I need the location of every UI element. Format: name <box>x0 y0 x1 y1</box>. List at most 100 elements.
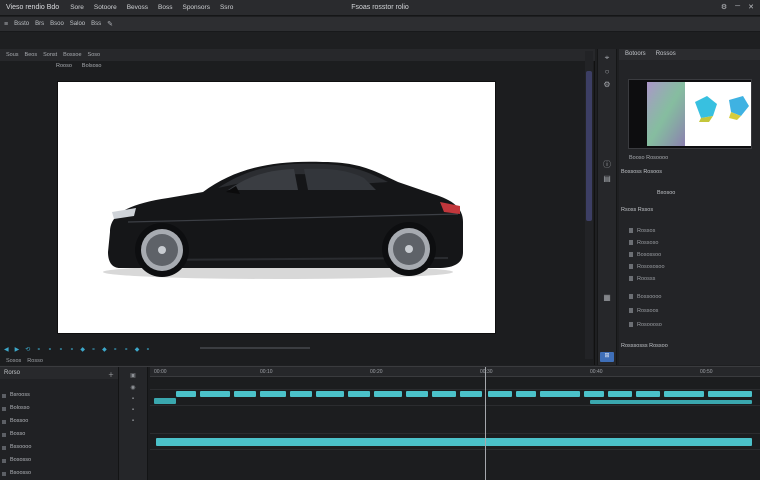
minimize-icon[interactable]: ─ <box>735 3 740 11</box>
time-ruler[interactable]: 00:00 00:10 00:20 00:30 00:40 00:50 <box>150 367 760 377</box>
control-icon-9[interactable]: ◆ <box>102 346 107 353</box>
timeline-clip[interactable] <box>200 391 230 397</box>
gear-icon[interactable]: ⚙ <box>598 80 616 89</box>
track-label[interactable]: Bsoosso <box>10 470 31 476</box>
track-label[interactable]: Bolosso <box>10 405 30 411</box>
timeline-clip[interactable] <box>636 391 660 397</box>
timeline-clip[interactable] <box>708 391 752 397</box>
viewer-scrub-bar[interactable] <box>200 347 310 349</box>
timeline-clip[interactable] <box>234 391 256 397</box>
control-icon-1[interactable]: ▶ <box>15 346 20 353</box>
timeline-clip[interactable] <box>516 391 536 397</box>
circle-icon[interactable]: ○ <box>598 67 616 76</box>
settings-icon[interactable]: ⚙ <box>721 3 727 11</box>
menu-icon[interactable]: ≡ <box>4 21 8 28</box>
track-toggle[interactable] <box>2 420 6 424</box>
playhead[interactable] <box>485 367 486 480</box>
control-icon-11[interactable]: ⚬ <box>124 346 129 353</box>
control-icon-3[interactable]: ⚬ <box>36 346 41 353</box>
checkbox[interactable] <box>629 276 633 281</box>
property-row[interactable]: Rossoos <box>629 307 658 314</box>
property-row[interactable]: Roosss <box>629 275 655 282</box>
toolbar-item-0[interactable]: Bssto <box>14 21 29 27</box>
preview-monitor[interactable] <box>628 79 752 149</box>
timeline-clip[interactable] <box>540 391 580 397</box>
control-icon-6[interactable]: ⚬ <box>69 346 74 353</box>
viewer-scrollbar[interactable] <box>585 51 593 359</box>
panel-toggle-icon[interactable]: ⊞ <box>600 352 614 362</box>
timeline-clip[interactable] <box>154 398 176 404</box>
grid-icon[interactable]: ▦ <box>598 293 616 302</box>
checkbox[interactable] <box>629 322 633 327</box>
control-icon-5[interactable]: ⚬ <box>58 346 63 353</box>
pen-icon[interactable]: ✎ <box>107 20 113 28</box>
timeline-clip[interactable] <box>374 391 402 397</box>
track-toggle[interactable] <box>2 394 6 398</box>
right-tab-0[interactable]: Botoors <box>625 51 646 58</box>
timeline-clip[interactable] <box>590 400 752 404</box>
viewer-canvas[interactable] <box>58 82 495 333</box>
timeline-clip[interactable] <box>608 391 632 397</box>
control-icon-12[interactable]: ◆ <box>135 346 140 353</box>
mute-icon[interactable]: ▪ <box>119 396 147 402</box>
control-icon-2[interactable]: ⟲ <box>25 346 30 353</box>
control-icon-10[interactable]: ⚬ <box>113 346 118 353</box>
pin-icon[interactable]: ⌖ <box>598 53 616 63</box>
control-icon-7[interactable]: ◆ <box>80 346 85 353</box>
timeline-clip[interactable] <box>156 438 752 446</box>
track-toggle[interactable] <box>2 459 6 463</box>
control-icon-13[interactable]: ⚬ <box>145 346 150 353</box>
add-track-icon[interactable]: ＋ <box>108 370 114 379</box>
close-icon[interactable]: ✕ <box>748 3 754 11</box>
checkbox[interactable] <box>629 252 633 257</box>
track-toggle[interactable] <box>2 407 6 411</box>
track-label[interactable]: Bosso <box>10 431 25 437</box>
menu-item-5[interactable]: Ssro <box>215 4 238 11</box>
viewer-tab-4[interactable]: Soso <box>88 52 101 58</box>
track-label[interactable]: Bososso <box>10 457 31 463</box>
track-label[interactable]: Bossoo <box>10 418 28 424</box>
toolbar-item-4[interactable]: Bss <box>91 21 101 27</box>
control-icon-0[interactable]: ◀ <box>4 346 9 353</box>
property-row[interactable]: Rossoso <box>629 239 658 246</box>
viewer-scroll-thumb[interactable] <box>586 71 592 221</box>
timeline-clip[interactable] <box>348 391 370 397</box>
eye-icon[interactable]: ◉ <box>119 384 147 391</box>
timeline-clip[interactable] <box>488 391 512 397</box>
track-label[interactable]: Bsrooss <box>10 392 30 398</box>
track-toggle[interactable] <box>2 446 6 450</box>
control-icon-8[interactable]: ⚬ <box>91 346 96 353</box>
timeline-clip[interactable] <box>260 391 286 397</box>
timeline-clip[interactable] <box>176 391 196 397</box>
property-row[interactable]: Bosossoo <box>629 251 661 258</box>
track-label[interactable]: Bssoooo <box>10 444 31 450</box>
checkbox[interactable] <box>629 294 633 299</box>
property-row[interactable]: Rosososoo <box>629 263 665 270</box>
timeline-clip[interactable] <box>432 391 456 397</box>
property-row[interactable]: Bossoooo <box>629 293 661 300</box>
menu-item-3[interactable]: Boss <box>153 4 177 11</box>
property-row[interactable]: Rossos <box>629 227 655 234</box>
timeline-clip[interactable] <box>290 391 312 397</box>
timeline-tracks[interactable]: 00:00 00:10 00:20 00:30 00:40 00:50 <box>150 367 760 480</box>
timeline-clip[interactable] <box>316 391 344 397</box>
menu-item-0[interactable]: Sore <box>65 4 89 11</box>
control-icon-4[interactable]: ⚬ <box>47 346 52 353</box>
track-toggle[interactable] <box>2 472 6 476</box>
track-toggle[interactable] <box>2 433 6 437</box>
property-row[interactable]: Rosoooso <box>629 321 662 328</box>
timeline-clip[interactable] <box>664 391 704 397</box>
right-tab-1[interactable]: Rossos <box>656 51 676 58</box>
toolbar-item-1[interactable]: Brs <box>35 21 44 27</box>
checkbox[interactable] <box>629 264 633 269</box>
menu-item-2[interactable]: Bevoss <box>122 4 153 11</box>
menu-item-1[interactable]: Sotoore <box>89 4 122 11</box>
viewer-tab-2[interactable]: Sonst <box>43 52 57 58</box>
solo-icon[interactable]: ▪ <box>119 407 147 413</box>
checkbox[interactable] <box>629 308 633 313</box>
timeline-clip[interactable] <box>460 391 482 397</box>
toolbar-item-2[interactable]: Bsoo <box>50 21 64 27</box>
checkbox[interactable] <box>629 240 633 245</box>
toolbar-item-3[interactable]: Saloo <box>70 21 85 27</box>
menu-item-4[interactable]: Sponsors <box>177 4 214 11</box>
